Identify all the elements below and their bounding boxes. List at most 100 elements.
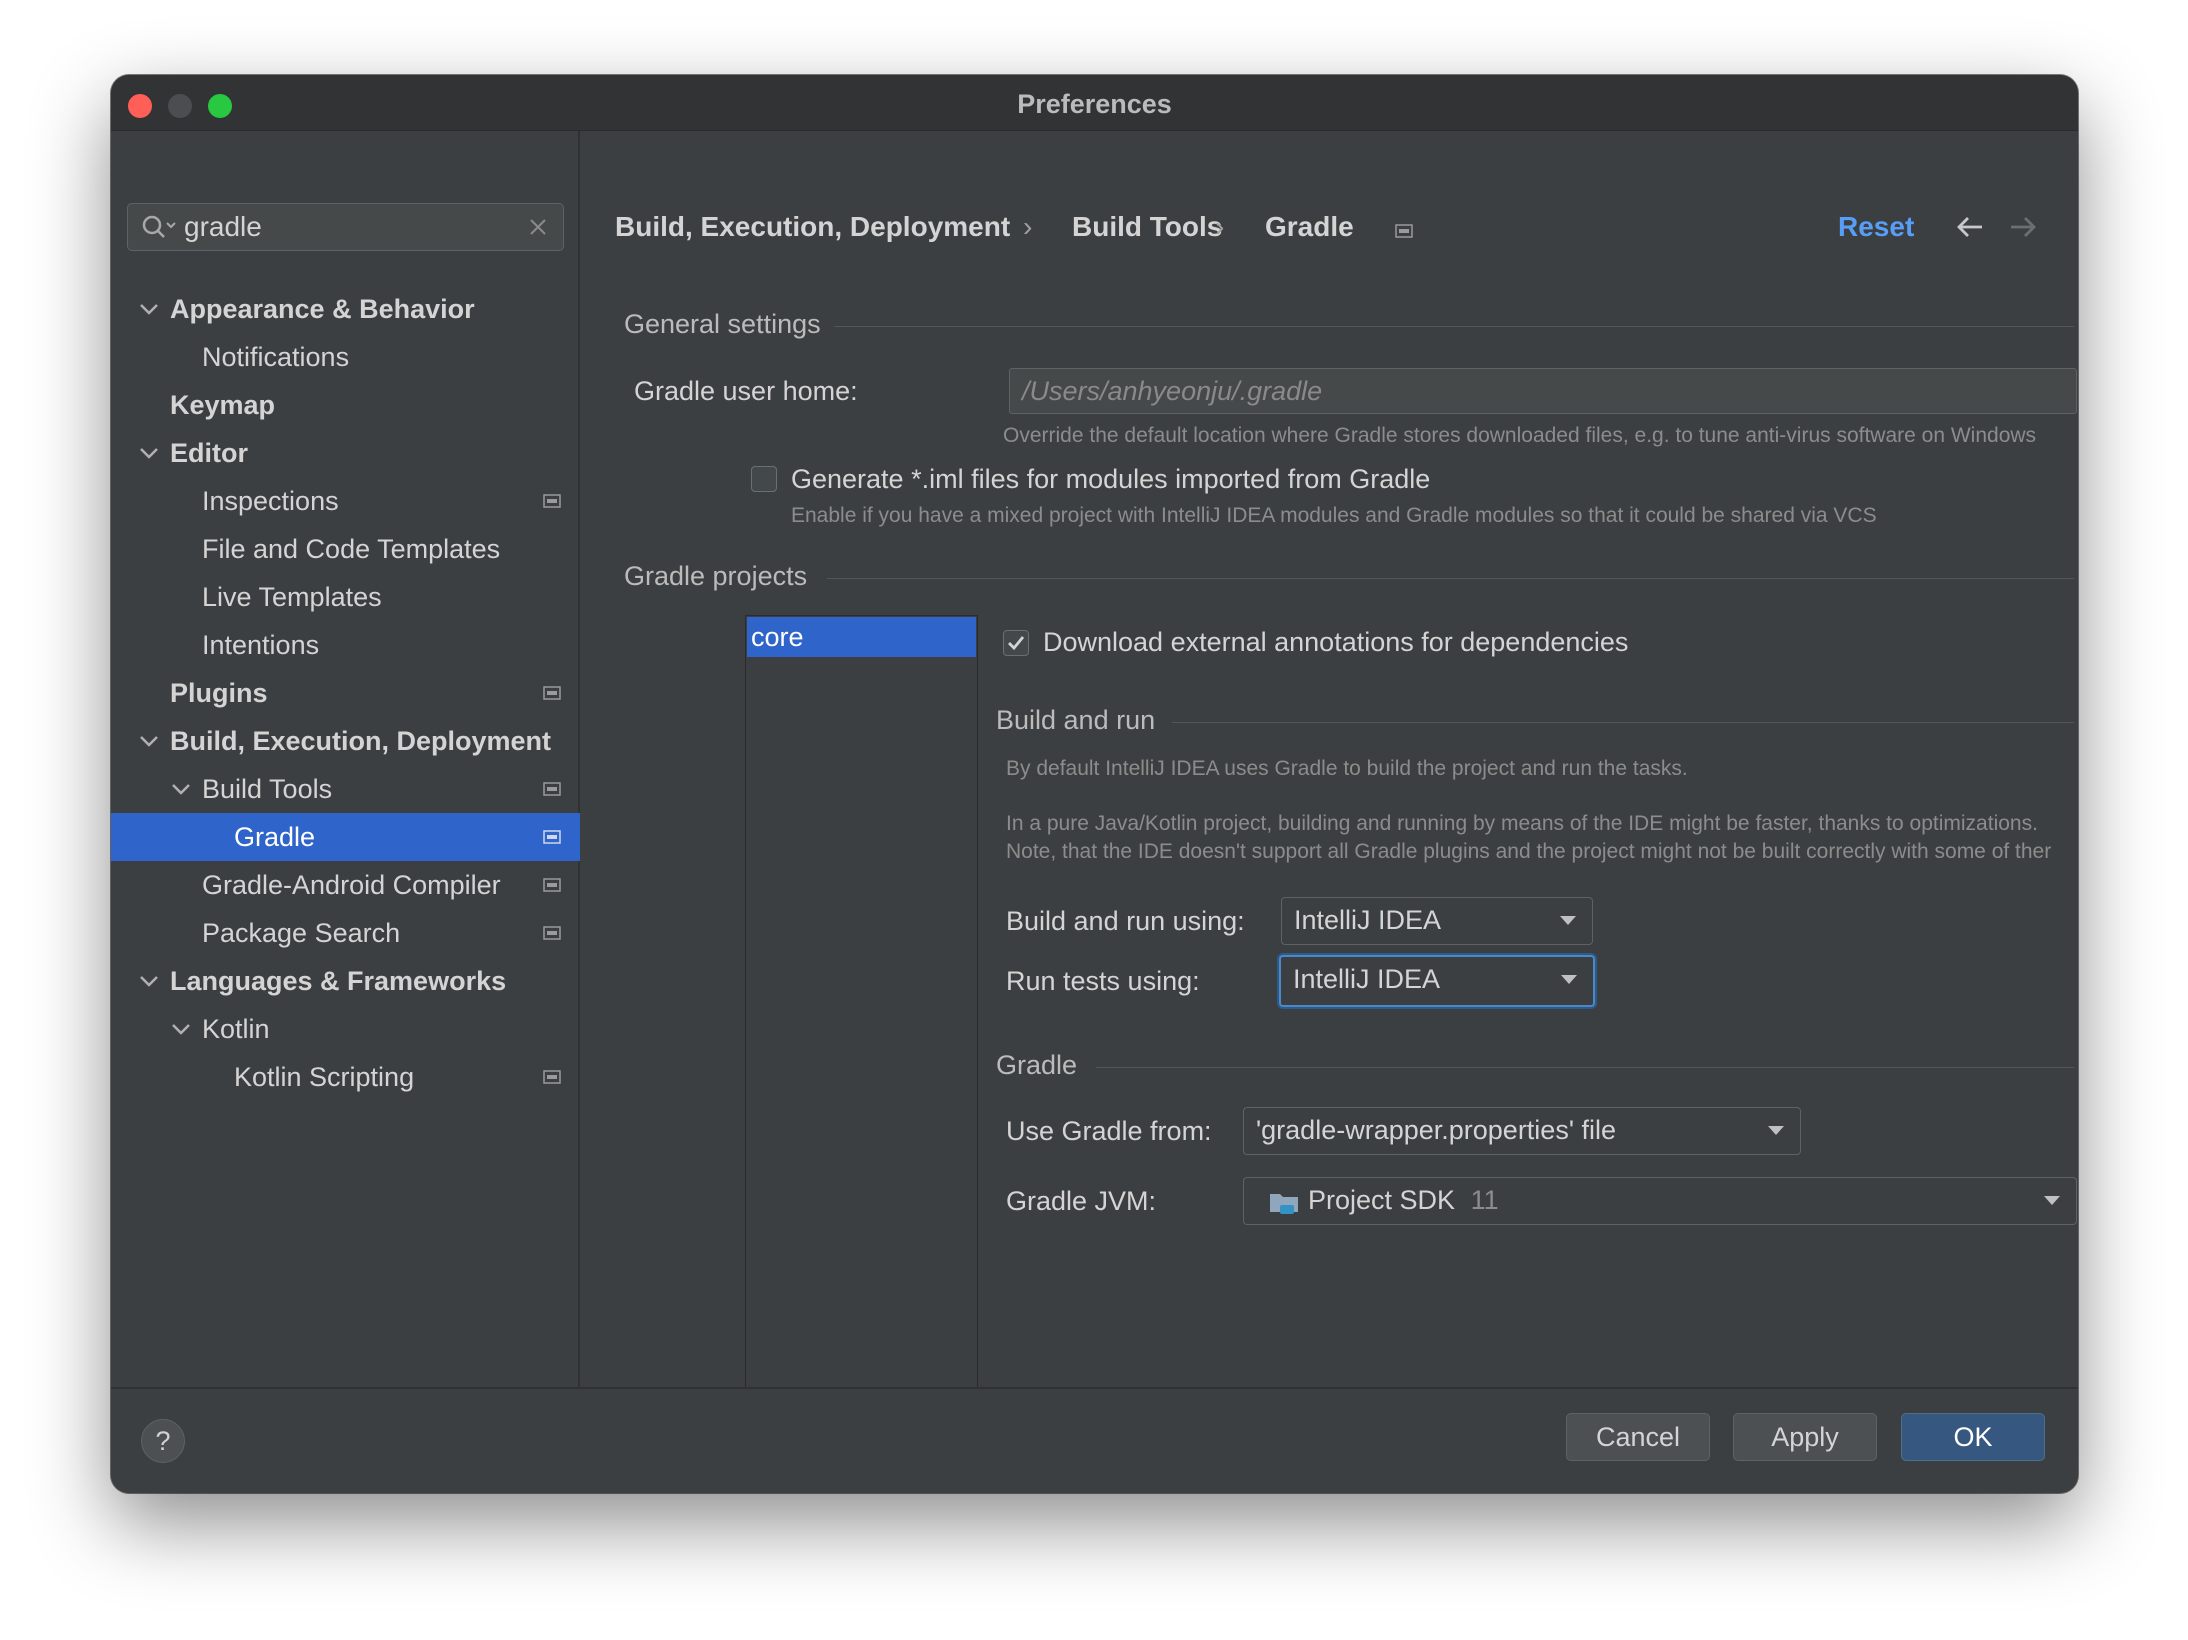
gradle-jvm-select[interactable]: Project SDK 11 bbox=[1243, 1177, 2077, 1225]
sidebar-item-label: Plugins bbox=[170, 678, 268, 708]
sidebar-item-label: Gradle-Android Compiler bbox=[202, 870, 501, 900]
dropdown-arrow-icon bbox=[2044, 1196, 2060, 1205]
apply-button[interactable]: Apply bbox=[1733, 1413, 1877, 1461]
sidebar-item-kotlin[interactable]: Kotlin bbox=[111, 1005, 580, 1053]
use-gradle-from-value: 'gradle-wrapper.properties' file bbox=[1256, 1115, 1616, 1145]
sidebar-item-label: Build Tools bbox=[202, 774, 333, 804]
breadcrumb-separator: › bbox=[1023, 211, 1033, 242]
help-button[interactable]: ? bbox=[141, 1419, 185, 1463]
build-using-select[interactable]: IntelliJ IDEA bbox=[1281, 897, 1593, 945]
sidebar-item-label: Keymap bbox=[170, 390, 276, 420]
window-title: Preferences bbox=[1017, 89, 1172, 119]
sidebar-item-gradle-android-compiler[interactable]: Gradle-Android Compiler bbox=[111, 861, 580, 909]
gradle-jvm-value: Project SDK bbox=[1308, 1185, 1456, 1215]
breadcrumb-item[interactable]: Build, Execution, Deployment bbox=[615, 211, 1010, 243]
sidebar-item-notifications[interactable]: Notifications bbox=[111, 333, 580, 381]
chevron-down-icon[interactable] bbox=[139, 733, 159, 749]
gradle-user-home-hint: Override the default location where Grad… bbox=[1003, 424, 2037, 447]
generate-iml-checkbox[interactable] bbox=[751, 466, 777, 492]
ok-button[interactable]: OK bbox=[1901, 1413, 2045, 1461]
run-tests-select[interactable]: IntelliJ IDEA bbox=[1279, 955, 1595, 1007]
sidebar-item-label: Kotlin Scripting bbox=[234, 1062, 415, 1092]
preferences-window: Preferences Appearance & Behavior Notifi… bbox=[111, 75, 2078, 1493]
project-item-core[interactable]: core bbox=[747, 617, 976, 657]
project-settings-icon bbox=[1395, 224, 1413, 238]
breadcrumb-item[interactable]: Gradle bbox=[1265, 211, 1354, 243]
sidebar-item-label: Intentions bbox=[202, 630, 320, 660]
settings-content: Build, Execution, Deployment › Build Too… bbox=[582, 131, 2078, 1444]
sidebar-item-label: Inspections bbox=[202, 486, 339, 516]
title-bar: Preferences bbox=[111, 75, 2078, 131]
sidebar-item-label: Kotlin bbox=[202, 1014, 270, 1044]
checkmark-icon bbox=[1008, 636, 1025, 651]
sidebar-item-label: Build, Execution, Deployment bbox=[170, 726, 552, 756]
settings-sidebar: Appearance & Behavior Notifications Keym… bbox=[111, 131, 580, 1387]
sidebar-item-keymap[interactable]: Keymap bbox=[111, 381, 580, 429]
sidebar-item-live-templates[interactable]: Live Templates bbox=[111, 573, 580, 621]
generate-iml-hint: Enable if you have a mixed project with … bbox=[791, 504, 1877, 527]
gradle-section-title: Gradle bbox=[996, 1050, 1078, 1080]
section-divider bbox=[827, 578, 2074, 579]
build-using-value: IntelliJ IDEA bbox=[1294, 905, 1442, 935]
project-settings-icon bbox=[543, 830, 561, 844]
build-run-description: Note, that the IDE doesn't support all G… bbox=[1006, 840, 2052, 863]
gradle-jvm-label: Gradle JVM: bbox=[1006, 1186, 1157, 1216]
breadcrumb-separator: › bbox=[1215, 211, 1225, 242]
reset-link[interactable]: Reset bbox=[1838, 211, 1914, 243]
chevron-down-icon[interactable] bbox=[171, 781, 191, 797]
general-settings-title: General settings bbox=[624, 309, 821, 339]
sidebar-item-plugins[interactable]: Plugins bbox=[111, 669, 580, 717]
sidebar-item-inspections[interactable]: Inspections bbox=[111, 477, 580, 525]
download-annotations-checkbox[interactable] bbox=[1003, 630, 1029, 656]
build-run-description: In a pure Java/Kotlin project, building … bbox=[1006, 812, 2038, 835]
project-settings-icon bbox=[543, 686, 561, 700]
generate-iml-label[interactable]: Generate *.iml files for modules importe… bbox=[791, 464, 1430, 495]
dropdown-arrow-icon bbox=[1560, 916, 1576, 925]
back-arrow-icon[interactable] bbox=[1954, 213, 1986, 241]
dialog-footer: ? Cancel Apply OK bbox=[111, 1387, 2078, 1493]
breadcrumb-item[interactable]: Build Tools bbox=[1072, 211, 1222, 243]
build-using-label: Build and run using: bbox=[1006, 906, 1245, 936]
sidebar-item-label: Editor bbox=[170, 438, 248, 468]
download-annotations-label[interactable]: Download external annotations for depend… bbox=[1043, 627, 1628, 658]
chevron-down-icon[interactable] bbox=[171, 1021, 191, 1037]
sidebar-item-intentions[interactable]: Intentions bbox=[111, 621, 580, 669]
gradle-jvm-version: 11 bbox=[1470, 1185, 1499, 1215]
project-settings-icon bbox=[543, 1070, 561, 1084]
sidebar-item-label: Appearance & Behavior bbox=[170, 294, 475, 324]
search-input[interactable] bbox=[184, 210, 524, 244]
use-gradle-from-select[interactable]: 'gradle-wrapper.properties' file bbox=[1243, 1107, 1801, 1155]
chevron-down-icon[interactable] bbox=[139, 445, 159, 461]
gradle-projects-list[interactable]: core bbox=[745, 615, 978, 1444]
sidebar-item-build-tools[interactable]: Build Tools bbox=[111, 765, 580, 813]
cancel-button[interactable]: Cancel bbox=[1566, 1413, 1710, 1461]
run-tests-value: IntelliJ IDEA bbox=[1293, 964, 1441, 994]
sidebar-item-file-code-templates[interactable]: File and Code Templates bbox=[111, 525, 580, 573]
sidebar-item-gradle[interactable]: Gradle bbox=[111, 813, 580, 861]
chevron-down-icon[interactable] bbox=[139, 301, 159, 317]
section-divider bbox=[1096, 1067, 2074, 1068]
clear-search-icon[interactable] bbox=[527, 216, 549, 238]
run-tests-label: Run tests using: bbox=[1006, 966, 1200, 996]
section-divider bbox=[1172, 722, 2074, 723]
chevron-down-icon[interactable] bbox=[139, 973, 159, 989]
project-settings-icon bbox=[543, 782, 561, 796]
build-and-run-title: Build and run bbox=[996, 705, 1156, 735]
gradle-user-home-field[interactable]: /Users/anhyeonju/.gradle bbox=[1009, 368, 2077, 414]
sidebar-item-label: Gradle bbox=[234, 822, 316, 852]
sidebar-item-build-execution-deployment[interactable]: Build, Execution, Deployment bbox=[111, 717, 580, 765]
search-icon bbox=[142, 215, 176, 238]
sidebar-item-editor[interactable]: Editor bbox=[111, 429, 580, 477]
sidebar-item-kotlin-scripting[interactable]: Kotlin Scripting bbox=[111, 1053, 580, 1101]
dropdown-arrow-icon bbox=[1768, 1126, 1784, 1135]
search-box[interactable] bbox=[127, 203, 564, 251]
sidebar-item-languages-frameworks[interactable]: Languages & Frameworks bbox=[111, 957, 580, 1005]
sidebar-item-label: Live Templates bbox=[202, 582, 382, 612]
section-divider bbox=[834, 326, 2074, 327]
sidebar-item-package-search[interactable]: Package Search bbox=[111, 909, 580, 957]
gradle-projects-title: Gradle projects bbox=[624, 561, 808, 591]
project-settings-icon bbox=[543, 926, 561, 940]
project-settings-icon bbox=[543, 494, 561, 508]
forward-arrow-icon[interactable] bbox=[2007, 213, 2039, 241]
sidebar-item-appearance-behavior[interactable]: Appearance & Behavior bbox=[111, 285, 580, 333]
